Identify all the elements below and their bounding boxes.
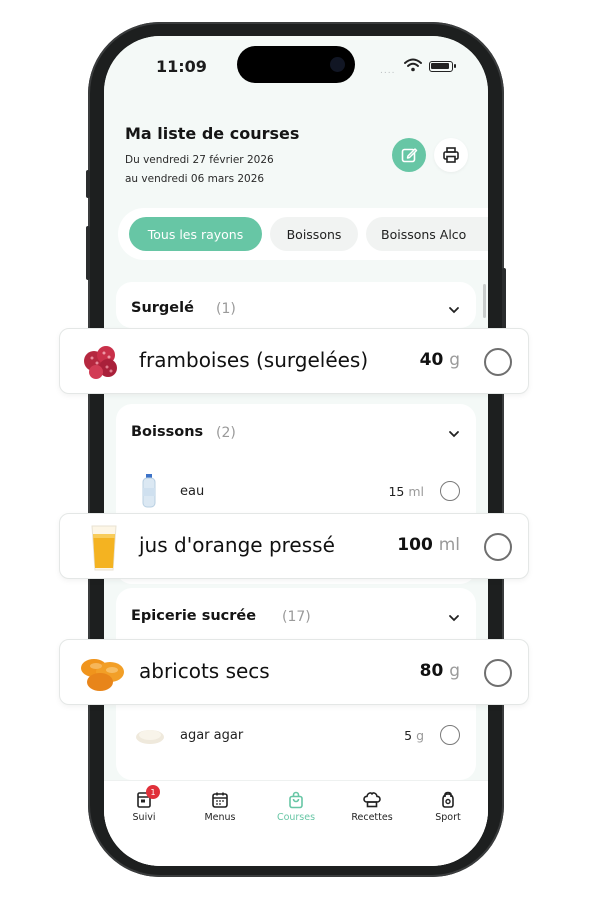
phone-side-button	[86, 226, 90, 280]
wifi-icon	[404, 58, 422, 72]
section-count: (17)	[282, 609, 311, 625]
chevron-down-icon[interactable]	[448, 612, 460, 624]
item-qty-value: 100	[397, 535, 433, 555]
water-bottle-icon	[142, 474, 156, 508]
item-qty-value: 5	[404, 728, 413, 743]
featured-item-card[interactable]: jus d'orange pressé 100 ml	[59, 513, 529, 579]
item-qty-value: 80	[419, 661, 444, 681]
item-name: eau	[180, 484, 205, 499]
section-count: (1)	[216, 301, 236, 317]
section-title: Surgelé	[131, 300, 194, 316]
phone-side-button	[86, 170, 90, 198]
item-qty-unit: ml	[438, 535, 460, 555]
camera-icon	[330, 57, 345, 72]
item-quantity: 5 g	[404, 728, 424, 743]
featured-item-quantity: 80 g	[420, 661, 460, 681]
tab-menus[interactable]: Menus	[182, 791, 258, 823]
section-count: (2)	[216, 425, 236, 441]
chevron-down-icon[interactable]	[448, 304, 460, 316]
dynamic-island	[237, 46, 355, 83]
raspberries-icon	[84, 346, 117, 379]
item-quantity: 15 ml	[388, 484, 424, 499]
date-from: Du vendredi 27 février 2026	[125, 154, 274, 166]
battery-icon	[429, 61, 456, 72]
tab-label: Menus	[204, 812, 236, 823]
tab-recettes[interactable]: Recettes	[334, 791, 410, 823]
section-title: Epicerie sucrée	[131, 608, 257, 624]
item-qty-value: 40	[419, 350, 444, 370]
tab-sport[interactable]: Sport	[410, 791, 486, 823]
section-card: Surgelé (1)	[116, 282, 476, 328]
notification-badge: 1	[146, 785, 160, 799]
kettlebell-icon	[442, 791, 454, 808]
featured-item-name: framboises (surgelées)	[139, 348, 369, 372]
page-title: Ma liste de courses	[125, 124, 300, 143]
featured-item-name: abricots secs	[139, 659, 270, 683]
orange-juice-icon	[91, 525, 117, 571]
edit-button[interactable]	[392, 138, 426, 172]
filter-chip-all[interactable]: Tous les rayons	[129, 217, 262, 251]
item-name: agar agar	[180, 728, 244, 743]
featured-item-quantity: 100 ml	[397, 535, 460, 555]
tab-courses[interactable]: Courses	[258, 791, 334, 823]
item-checkbox[interactable]	[440, 481, 460, 501]
shopping-bag-icon	[289, 791, 303, 809]
tab-label: Courses	[276, 812, 316, 823]
item-checkbox[interactable]	[484, 533, 512, 561]
status-time: 11:09	[156, 57, 207, 76]
chef-hat-icon	[363, 792, 381, 808]
item-qty-unit: g	[449, 661, 460, 681]
tab-label: Suivi	[132, 812, 156, 823]
item-checkbox[interactable]	[484, 659, 512, 687]
scrollbar[interactable]	[483, 284, 486, 318]
tab-suivi[interactable]: 1 Suivi	[106, 785, 182, 823]
agar-agar-icon	[136, 730, 164, 744]
tab-label: Sport	[435, 812, 461, 823]
item-qty-value: 15	[388, 484, 405, 499]
chevron-down-icon[interactable]	[448, 428, 460, 440]
app-screen: 11:09 .... Ma liste de courses Du vendre…	[104, 36, 488, 866]
filter-chip-boissons-alco[interactable]: Boissons Alco	[366, 217, 488, 251]
featured-item-name: jus d'orange pressé	[139, 533, 335, 557]
filter-chip-boissons[interactable]: Boissons	[270, 217, 358, 251]
featured-item-card[interactable]: abricots secs 80 g	[59, 639, 529, 705]
tab-bar: 1 Suivi Menus Courses Recettes Sport	[104, 780, 488, 866]
signal-icon: ....	[380, 66, 396, 76]
section-title: Boissons	[131, 424, 204, 440]
featured-item-quantity: 40 g	[420, 350, 460, 370]
item-checkbox[interactable]	[484, 348, 512, 376]
edit-icon	[401, 148, 418, 163]
item-checkbox[interactable]	[440, 725, 460, 745]
featured-item-card[interactable]: framboises (surgelées) 40 g	[59, 328, 529, 394]
item-qty-unit: g	[416, 728, 424, 743]
printer-icon	[443, 147, 459, 163]
calendar-icon	[212, 792, 228, 808]
dried-apricots-icon	[81, 659, 124, 691]
filter-bar: Tous les rayons Boissons Boissons Alco	[118, 208, 488, 260]
item-qty-unit: g	[449, 350, 460, 370]
print-button[interactable]	[434, 138, 468, 172]
item-qty-unit: ml	[408, 484, 424, 499]
date-to: au vendredi 06 mars 2026	[125, 173, 265, 185]
tab-label: Recettes	[351, 812, 393, 823]
